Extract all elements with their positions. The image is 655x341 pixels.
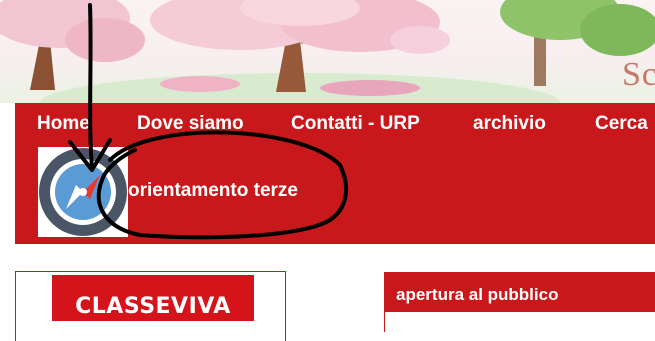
banner-title: Sc [622,56,655,93]
classeviva-logo[interactable]: CLASSEVIVA [52,275,254,333]
menu-item-contatti-urp[interactable]: Contatti - URP [291,113,420,135]
orientamento-terze-link[interactable]: orientamento terze [128,180,298,202]
header-banner: Sc [0,0,655,103]
menu-item-home[interactable]: Home [37,113,90,135]
compass-icon[interactable] [38,147,128,237]
apertura-panel: apertura al pubblico [384,272,655,332]
main-nav: Home Dove siamo Contatti - URP archivio … [15,103,655,244]
apertura-panel-header: apertura al pubblico [385,272,655,312]
apertura-panel-title: apertura al pubblico [396,285,559,304]
menu-item-dove-siamo[interactable]: Dove siamo [137,113,244,135]
banner-illustration [0,0,655,103]
menu-item-archivio[interactable]: archivio [473,113,546,135]
classeviva-logo-band [52,321,254,333]
classeviva-logo-text: CLASSEVIVA [75,294,231,319]
menu-item-cerca[interactable]: Cerca [595,113,648,135]
